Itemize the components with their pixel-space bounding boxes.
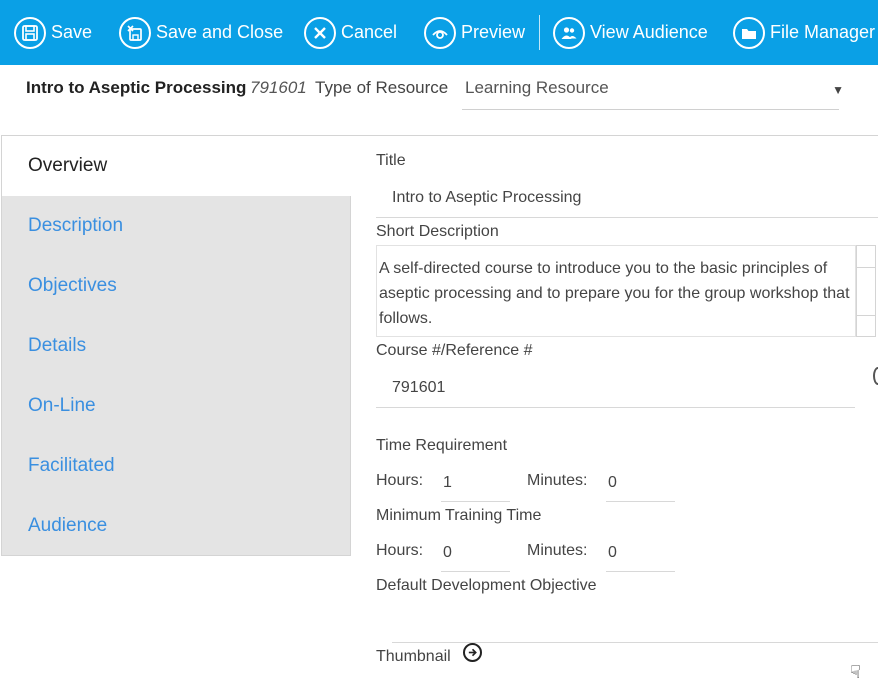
- default-development-objective-label: Default Development Objective: [376, 577, 597, 594]
- caret-down-icon: ▼: [832, 83, 844, 97]
- scroll-thumb[interactable]: [857, 268, 875, 316]
- thumbnail-label: Thumbnail: [376, 648, 451, 665]
- type-of-resource-value: Learning Resource: [465, 78, 609, 97]
- course-name: Intro to Aseptic Processing: [26, 78, 247, 97]
- tab-audience[interactable]: Audience: [2, 496, 351, 556]
- type-of-resource-label: Type of Resource: [315, 78, 449, 97]
- tab-overview[interactable]: Overview: [2, 136, 351, 196]
- close-icon: [304, 16, 336, 49]
- floppy-disk-icon: [14, 16, 46, 49]
- title-input[interactable]: Intro to Aseptic Processing: [376, 178, 878, 218]
- default-development-objective-select[interactable]: [392, 603, 878, 643]
- hand-cursor-icon: ☟: [850, 662, 861, 682]
- help-icon[interactable]: [873, 367, 878, 385]
- scroll-up-arrow[interactable]: [857, 246, 875, 268]
- toolbar-divider: [539, 15, 540, 50]
- save-and-close-button[interactable]: Save and Close: [119, 0, 283, 65]
- min-minutes-value: 0: [608, 543, 617, 561]
- course-reference-input[interactable]: 791601: [376, 368, 855, 408]
- view-audience-button[interactable]: View Audience: [553, 0, 708, 65]
- preview-label: Preview: [461, 22, 526, 42]
- users-icon: [553, 16, 585, 49]
- time-hours-label: Hours:: [376, 472, 424, 489]
- time-minutes-label: Minutes:: [527, 472, 588, 489]
- time-minutes-value: 0: [608, 473, 617, 491]
- min-minutes-label: Minutes:: [527, 542, 588, 559]
- view-audience-label: View Audience: [590, 22, 708, 42]
- save-and-close-label: Save and Close: [156, 22, 284, 42]
- min-hours-label: Hours:: [376, 542, 424, 559]
- course-reference-label: Course #/Reference #: [376, 342, 533, 359]
- title-value: Intro to Aseptic Processing: [392, 188, 582, 206]
- title-label: Title: [376, 152, 406, 169]
- save-label: Save: [51, 22, 93, 42]
- file-manager-button[interactable]: File Manager: [733, 0, 875, 65]
- preview-button[interactable]: Preview: [424, 0, 525, 65]
- type-of-resource-select[interactable]: Learning Resource ▼: [462, 70, 844, 110]
- short-description-label: Short Description: [376, 223, 499, 240]
- tab-details[interactable]: Details: [2, 316, 351, 376]
- time-minutes-input[interactable]: 0: [606, 464, 675, 502]
- time-hours-value: 1: [443, 473, 452, 491]
- folder-icon: [733, 16, 765, 49]
- time-hours-input[interactable]: 1: [441, 464, 510, 502]
- save-close-icon: [119, 16, 151, 49]
- tab-objectives[interactable]: Objectives: [2, 256, 351, 316]
- toolbar: Save Save and Close Cancel Preview View …: [0, 0, 878, 65]
- course-reference-value: 791601: [392, 378, 446, 396]
- tab-on-line[interactable]: On-Line: [2, 376, 351, 436]
- arrow-right-icon[interactable]: [463, 643, 482, 662]
- short-description-scrollbar[interactable]: [856, 245, 876, 337]
- cancel-button[interactable]: Cancel: [304, 0, 397, 65]
- course-code: 791601: [250, 78, 307, 97]
- content-divider: [351, 135, 878, 136]
- min-minutes-input[interactable]: 0: [606, 534, 675, 572]
- eye-icon: [424, 16, 456, 49]
- minimum-training-time-label: Minimum Training Time: [376, 507, 542, 524]
- min-hours-input[interactable]: 0: [441, 534, 510, 572]
- file-manager-label: File Manager: [770, 22, 876, 42]
- tab-description[interactable]: Description: [2, 196, 351, 256]
- min-hours-value: 0: [443, 543, 452, 561]
- tab-facilitated[interactable]: Facilitated: [2, 436, 351, 496]
- short-description-textarea[interactable]: A self-directed course to introduce you …: [376, 245, 856, 337]
- save-button[interactable]: Save: [14, 0, 92, 65]
- time-requirement-label: Time Requirement: [376, 437, 508, 454]
- cancel-label: Cancel: [341, 22, 398, 42]
- tab-list: Overview Description Objectives Details …: [1, 135, 351, 556]
